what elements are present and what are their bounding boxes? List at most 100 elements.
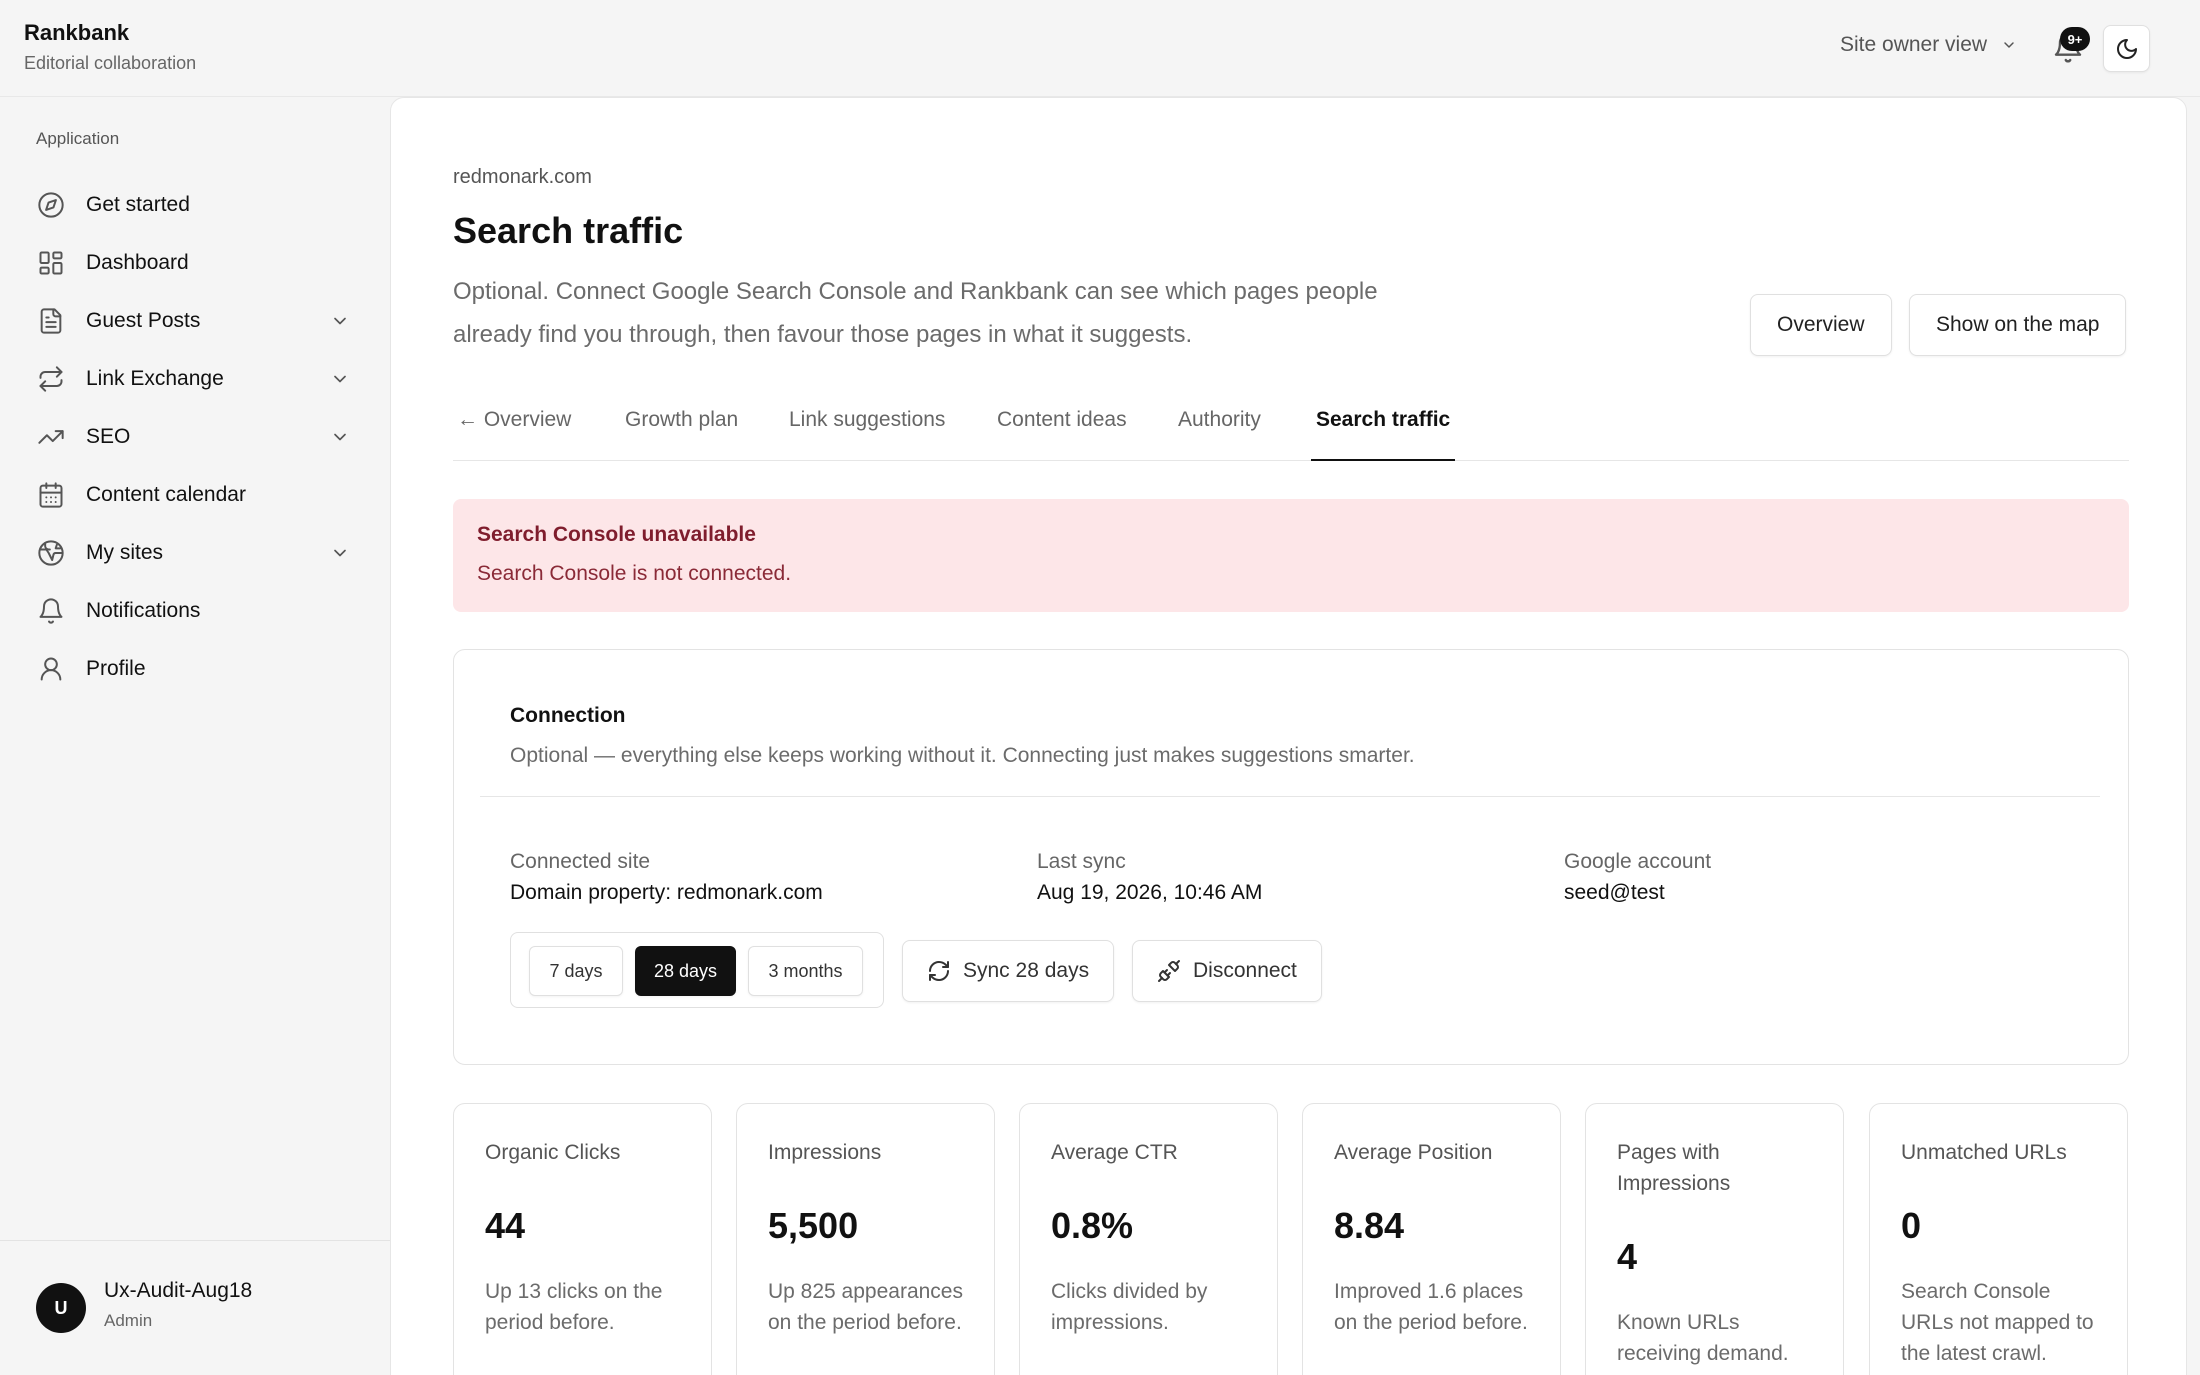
app-tagline: Editorial collaboration [24,53,197,73]
tab-content-ideas[interactable]: Content ideas [997,398,1127,461]
user-icon [36,654,66,684]
user-role: Admin [104,1311,153,1330]
avatar: U [36,1283,86,1333]
disconnect-button-label: Disconnect [1193,959,1297,982]
disconnect-button[interactable]: Disconnect [1132,940,1322,1002]
range-28-days-button[interactable]: 28 days [635,946,736,996]
stat-label: Average Position [1334,1141,1493,1164]
chevron-down-icon[interactable] [330,543,350,563]
stat-label: Unmatched URLs [1901,1141,2067,1164]
grid-icon [36,248,66,278]
bell-icon [36,596,66,626]
overview-button[interactable]: Overview [1750,294,1892,356]
error-alert: Search Console unavailable Search Consol… [453,499,2129,612]
sidebar-item-label: My sites [86,541,164,564]
sidebar-item-label: Profile [86,657,146,680]
sidebar-section-label: Application [36,129,120,148]
range-7-days-button[interactable]: 7 days [529,946,623,996]
compass-icon [36,190,66,220]
sidebar-item-dashboard[interactable]: Dashboard [0,234,390,292]
sidebar-item-my-sites[interactable]: My sites [0,524,390,582]
view-switcher[interactable]: Site owner view [1840,33,2017,57]
connected-site-label: Connected site [510,850,651,873]
chevron-down-icon[interactable] [330,369,350,389]
globe-icon [36,538,66,568]
show-on-map-button[interactable]: Show on the map [1909,294,2127,356]
moon-icon [2116,38,2137,59]
sidebar-item-label: Dashboard [86,251,189,274]
tab-authority[interactable]: Authority [1178,398,1261,461]
sidebar-item-seo[interactable]: SEO [0,408,390,466]
user-name: Ux-Audit-Aug18 [104,1279,253,1302]
sidebar-item-notifications[interactable]: Notifications [0,582,390,640]
stat-label: Impressions [768,1141,882,1164]
stat-value: 44 [485,1205,526,1246]
sidebar-item-label: Get started [86,193,190,216]
main-content: redmonark.com Search traffic Optional. C… [390,97,2187,1375]
alert-title: Search Console unavailable [477,523,756,546]
sidebar-item-guest-posts[interactable]: Guest Posts [0,292,390,350]
stat-value: 0 [1901,1205,1922,1246]
stat-card-organic-clicks: Organic Clicks 44 Up 13 clicks on the pe… [453,1103,712,1375]
tab-bar: ← Overview Growth plan Link suggestions … [453,398,2129,461]
stat-note: Clicks divided by impressions. [1051,1280,1208,1334]
stat-note: Search Console URLs not mapped to the la… [1901,1280,2094,1365]
sidebar-item-get-started[interactable]: Get started [0,176,390,234]
range-3-months-button[interactable]: 3 months [748,946,863,996]
stat-value: 5,500 [768,1205,859,1246]
google-account-value: seed@test [1564,881,1665,904]
connected-site-value: Domain property: redmonark.com [510,881,823,904]
tab-back-overview[interactable]: ← Overview [457,398,571,461]
stat-label: Pages with Impressions [1617,1141,1731,1195]
tab-growth-plan[interactable]: Growth plan [625,398,738,461]
stat-card-unmatched-urls: Unmatched URLs 0 Search Console URLs not… [1869,1103,2128,1375]
breadcrumb[interactable]: redmonark.com [453,166,592,189]
sidebar-item-label: SEO [86,425,131,448]
trending-up-icon [36,422,66,452]
stat-label: Organic Clicks [485,1141,621,1164]
google-account-label: Google account [1564,850,1712,873]
last-sync-value: Aug 19, 2026, 10:46 AM [1037,881,1263,904]
stat-note: Known URLs receiving demand. [1617,1311,1789,1365]
stat-value: 0.8% [1051,1205,1134,1246]
tab-search-traffic[interactable]: Search traffic [1311,398,1456,461]
sidebar-item-label: Link Exchange [86,367,224,390]
last-sync-label: Last sync [1037,850,1126,873]
view-switcher-label: Site owner view [1840,33,1988,56]
stat-label: Average CTR [1051,1141,1178,1164]
repeat-icon [36,364,66,394]
stat-card-pages-with-impressions: Pages with Impressions 4 Known URLs rece… [1585,1103,1844,1375]
sidebar-item-link-exchange[interactable]: Link Exchange [0,350,390,408]
chevron-down-icon[interactable] [330,427,350,447]
page-description: Optional. Connect Google Search Console … [453,278,1378,348]
calendar-icon [36,480,66,510]
app-name[interactable]: Rankbank [24,20,129,46]
sidebar-item-label: Notifications [86,599,201,622]
sidebar-item-label: Guest Posts [86,309,201,332]
notification-badge: 9+ [2060,27,2090,51]
tab-link-suggestions[interactable]: Link suggestions [789,398,945,461]
connection-title: Connection [510,704,626,727]
sidebar-item-label: Content calendar [86,483,246,506]
alert-message: Search Console is not connected. [477,562,792,585]
sidebar-nav: Get started Dashboard Guest Posts Link E… [0,176,390,698]
sync-button[interactable]: Sync 28 days [902,940,1115,1002]
top-bar: Rankbank Editorial collaboration Site ow… [0,0,2200,97]
stat-note: Up 13 clicks on the period before. [485,1280,663,1334]
stat-card-average-ctr: Average CTR 0.8% Clicks divided by impre… [1019,1103,1278,1375]
sidebar-item-profile[interactable]: Profile [0,640,390,698]
stat-value: 8.84 [1334,1205,1405,1246]
stat-note: Improved 1.6 places on the period before… [1334,1280,1528,1334]
divider [480,796,2100,797]
stat-card-average-position: Average Position 8.84 Improved 1.6 place… [1302,1103,1561,1375]
sidebar-item-content-calendar[interactable]: Content calendar [0,466,390,524]
connection-card: Connection Optional — everything else ke… [453,649,2129,1065]
connection-description: Optional — everything else keeps working… [510,744,1415,767]
theme-toggle-button[interactable] [2103,25,2150,72]
unplug-icon [1158,960,1180,982]
chevron-down-icon [2004,42,2014,48]
user-menu[interactable]: U Ux-Audit-Aug18 Admin [0,1240,390,1375]
chevron-down-icon[interactable] [330,311,350,331]
sync-button-label: Sync 28 days [963,959,1090,982]
document-icon [36,306,66,336]
